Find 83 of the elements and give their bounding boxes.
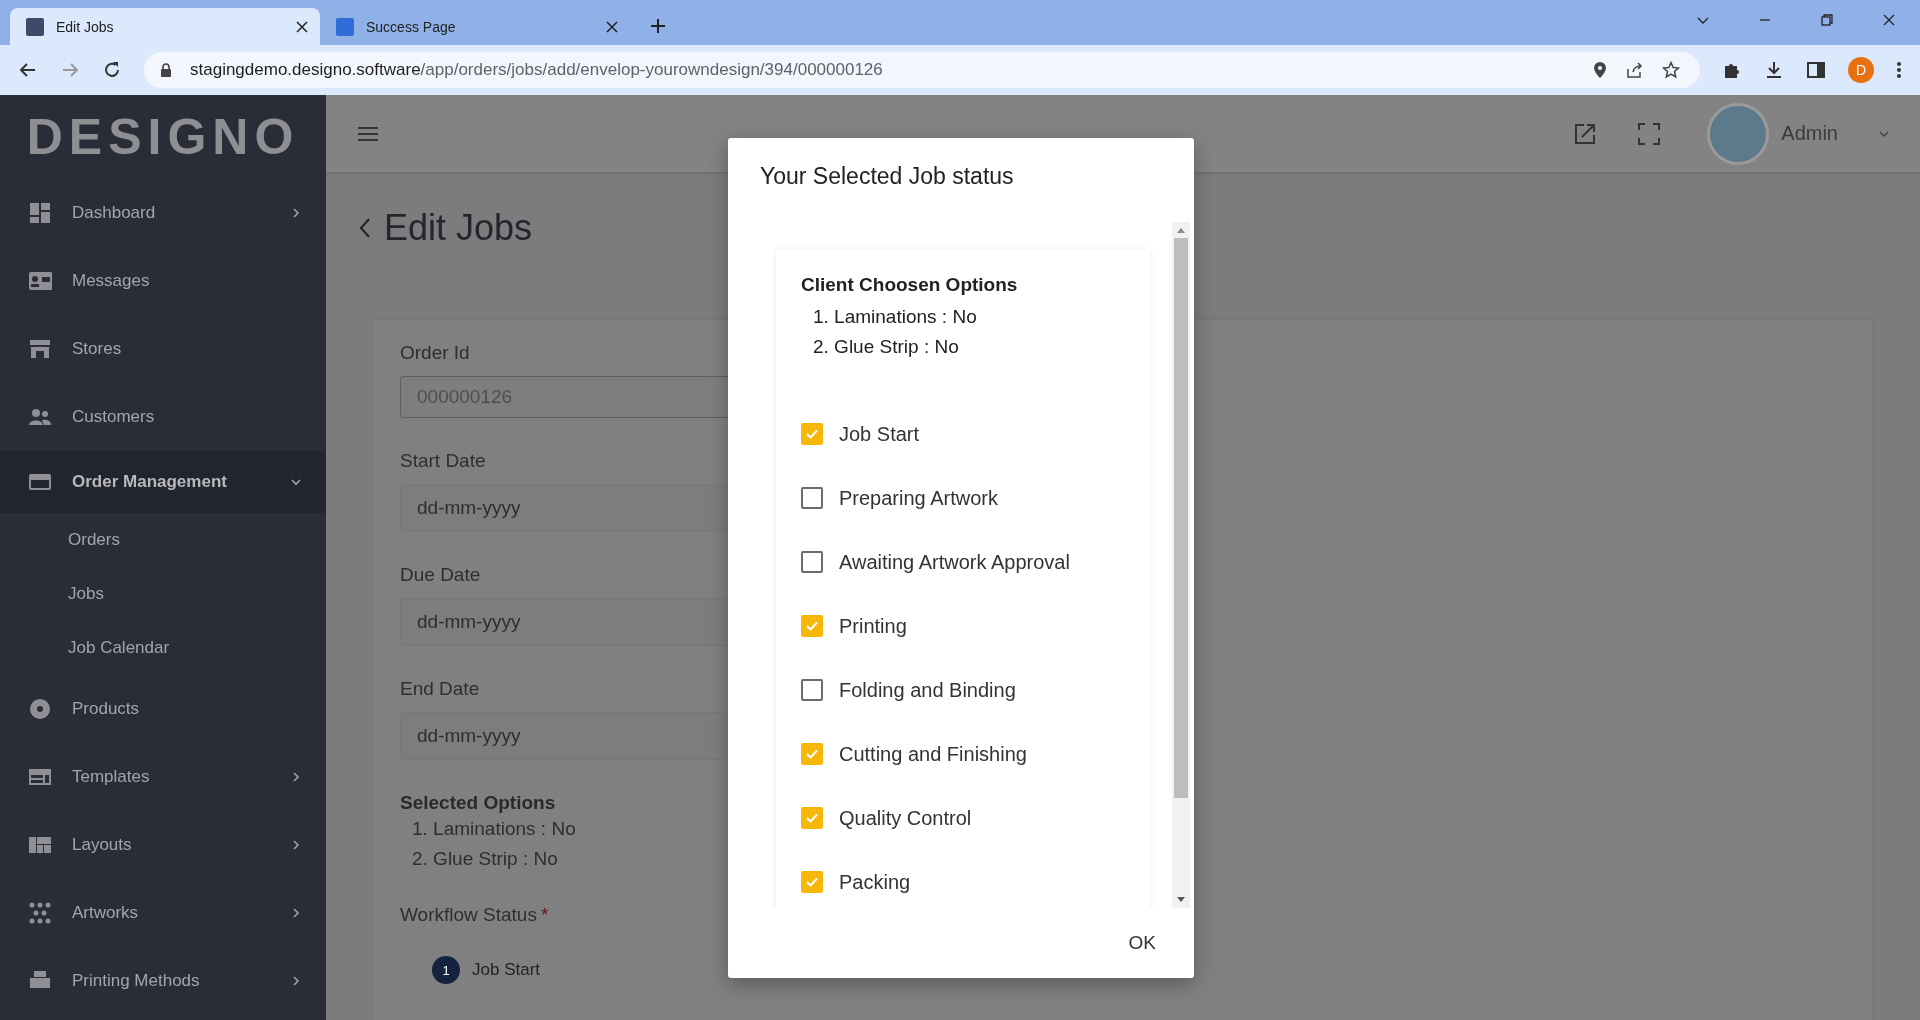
- field-label: End Date: [400, 678, 480, 700]
- scrollbar[interactable]: [1172, 222, 1190, 908]
- sidebar-item[interactable]: Stores: [0, 315, 326, 383]
- share-icon[interactable]: [1626, 61, 1644, 79]
- field-label: Start Date: [400, 450, 486, 472]
- new-tab-icon[interactable]: [650, 18, 666, 34]
- store-icon: [28, 337, 52, 361]
- browser-tab[interactable]: Edit Jobs: [10, 8, 320, 45]
- checkbox-label[interactable]: Job Start: [839, 422, 920, 446]
- sidebar-subitem[interactable]: Job Calendar: [0, 621, 326, 675]
- checkbox[interactable]: [801, 423, 823, 445]
- step-label: Job Start: [472, 960, 541, 980]
- checkbox[interactable]: [801, 679, 823, 701]
- chevron-right-icon: [290, 771, 302, 783]
- restore-icon[interactable]: [1820, 13, 1834, 27]
- checkbox-label[interactable]: Awaiting Artwork Approval: [839, 550, 1070, 574]
- sidebar-subitem[interactable]: Jobs: [0, 567, 326, 621]
- close-icon[interactable]: [296, 20, 308, 33]
- step-number: 1: [432, 956, 460, 984]
- sidebar-item[interactable]: Products: [0, 675, 326, 743]
- required-mark: *: [540, 904, 549, 925]
- chevron-right-icon: [290, 975, 302, 987]
- favicon-icon: [336, 17, 354, 36]
- side-panel-icon[interactable]: [1806, 60, 1826, 80]
- sidebar-item[interactable]: Artworks: [0, 879, 326, 947]
- back-chevron-icon[interactable]: [358, 217, 372, 239]
- lock-icon: [160, 63, 172, 77]
- scrollbar-thumb[interactable]: [1174, 238, 1188, 798]
- ok-button[interactable]: OK: [1114, 924, 1170, 962]
- checkbox[interactable]: [801, 487, 823, 509]
- sidebar-item[interactable]: Templates: [0, 743, 326, 811]
- section-title: Selected Options: [400, 792, 556, 814]
- sidebar-item[interactable]: Customers: [0, 383, 326, 451]
- sidebar-item[interactable]: Dashboard: [0, 179, 326, 247]
- user-name[interactable]: Admin: [1781, 122, 1838, 145]
- close-icon[interactable]: [1882, 13, 1896, 27]
- id-card-icon: [28, 269, 52, 293]
- option-text: 1. Laminations : No: [813, 305, 977, 329]
- checkbox[interactable]: [801, 551, 823, 573]
- sidebar-item[interactable]: Printing Methods: [0, 947, 326, 1015]
- field-label: Due Date: [400, 564, 481, 586]
- option-text: 2. Glue Strip : No: [412, 847, 558, 871]
- sidebar-item[interactable]: Order Management: [0, 451, 326, 513]
- star-icon[interactable]: [1662, 61, 1680, 79]
- close-icon[interactable]: [606, 20, 618, 33]
- page-title: Edit Jobs: [384, 207, 533, 249]
- scroll-up-icon[interactable]: [1176, 226, 1186, 234]
- chevron-right-icon: [290, 839, 302, 851]
- favicon-icon: [26, 17, 44, 36]
- dashboard-icon: [28, 201, 52, 225]
- checkbox[interactable]: [801, 615, 823, 637]
- checkbox[interactable]: [801, 871, 823, 893]
- checkbox[interactable]: [801, 807, 823, 829]
- more-icon[interactable]: [1896, 60, 1902, 80]
- browser-tab[interactable]: Success Page: [320, 8, 630, 45]
- checkbox-label[interactable]: Folding and Binding: [839, 678, 1016, 702]
- chevron-down-icon: [290, 476, 302, 488]
- fullscreen-icon[interactable]: [1637, 121, 1662, 146]
- checkbox-label[interactable]: Printing: [839, 614, 907, 638]
- chevron-right-icon: [290, 207, 302, 219]
- reload-icon[interactable]: [102, 60, 122, 80]
- checkbox-label[interactable]: Packing: [839, 870, 911, 894]
- dialog-title: Your Selected Job status: [759, 162, 1015, 191]
- download-icon[interactable]: [1764, 60, 1784, 80]
- scroll-down-icon[interactable]: [1176, 896, 1186, 904]
- dots-icon: [28, 901, 52, 925]
- profile-avatar[interactable]: D: [1848, 57, 1874, 83]
- location-pin-icon[interactable]: [1592, 61, 1608, 79]
- address-field[interactable]: stagingdemo.designo.software/app/orders/jobs/add/envelop-yourowndesign/394/000000126: [144, 52, 1700, 88]
- external-link-icon[interactable]: [1573, 121, 1598, 146]
- disc-icon: [28, 697, 52, 721]
- chevron-right-icon: [290, 907, 302, 919]
- logo: DESIGNO: [25, 108, 301, 167]
- section-title: Client Choosen Options: [801, 274, 1018, 296]
- field-label: Workflow Status: [400, 904, 537, 925]
- checkbox[interactable]: [801, 743, 823, 765]
- sidebar-item[interactable]: Layouts: [0, 811, 326, 879]
- option-text: 1. Laminations : No: [412, 817, 576, 841]
- sidebar-item[interactable]: Messages: [0, 247, 326, 315]
- checkbox-label[interactable]: Quality Control: [839, 806, 972, 830]
- sidebar-subitem[interactable]: Orders: [0, 513, 326, 567]
- option-text: 2. Glue Strip : No: [813, 335, 959, 359]
- field-label: Order Id: [400, 342, 470, 364]
